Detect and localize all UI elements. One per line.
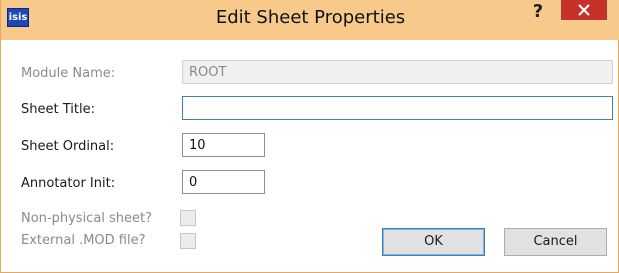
annotator-init-label: Annotator Init: bbox=[21, 176, 116, 191]
help-button[interactable]: ? bbox=[526, 0, 550, 24]
module-name-field bbox=[182, 60, 613, 84]
cancel-button[interactable]: Cancel bbox=[504, 228, 607, 256]
close-icon bbox=[578, 4, 590, 16]
external-mod-file-checkbox[interactable] bbox=[180, 233, 196, 249]
edit-sheet-properties-dialog: isis Edit Sheet Properties ? Module Name… bbox=[0, 0, 619, 273]
sheet-title-input[interactable] bbox=[182, 96, 613, 120]
sheet-title-label: Sheet Title: bbox=[21, 102, 95, 117]
annotator-init-input[interactable] bbox=[182, 170, 265, 194]
module-name-label: Module Name: bbox=[21, 66, 116, 81]
sheet-ordinal-label: Sheet Ordinal: bbox=[21, 139, 115, 154]
non-physical-sheet-label: Non-physical sheet? bbox=[21, 211, 153, 226]
external-mod-file-label: External .MOD file? bbox=[21, 233, 146, 248]
non-physical-sheet-checkbox[interactable] bbox=[180, 210, 196, 226]
close-button[interactable] bbox=[561, 0, 607, 20]
ok-button[interactable]: OK bbox=[382, 228, 485, 256]
sheet-ordinal-input[interactable] bbox=[182, 133, 265, 157]
title-bar: isis Edit Sheet Properties ? bbox=[1, 0, 619, 40]
